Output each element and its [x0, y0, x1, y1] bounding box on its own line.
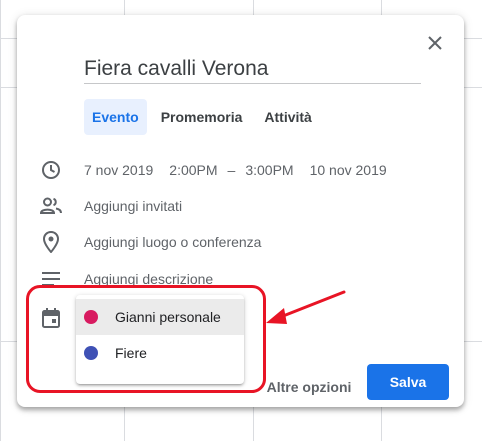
event-title-input[interactable]: Fiera cavalli Verona — [84, 55, 464, 83]
start-time[interactable]: 2:00PM — [169, 162, 217, 178]
end-date[interactable]: 10 nov 2019 — [310, 162, 387, 178]
tab-promemoria[interactable]: Promemoria — [153, 99, 251, 135]
save-button[interactable]: Salva — [367, 364, 449, 400]
calendar-icon — [39, 306, 63, 330]
location-pin-icon — [39, 230, 63, 254]
calendar-color-dot — [84, 310, 98, 324]
people-icon — [39, 194, 63, 218]
event-type-tabs: Evento Promemoria Attività — [84, 99, 326, 135]
calendar-color-dot — [84, 346, 98, 360]
description-row[interactable]: Aggiungi descrizione — [39, 267, 213, 291]
calendar-option-gianni-personale[interactable]: Gianni personale — [76, 299, 244, 335]
calendar-option-label: Fiere — [115, 345, 147, 361]
title-underline — [84, 83, 421, 84]
datetime-row: 7 nov 2019 2:00PM – 3:00PM 10 nov 2019 — [39, 158, 387, 182]
add-location-field[interactable]: Aggiungi luogo o conferenza — [84, 234, 261, 250]
end-time[interactable]: 3:00PM — [245, 162, 293, 178]
add-guests-field[interactable]: Aggiungi invitati — [84, 198, 182, 214]
calendar-option-label: Gianni personale — [115, 309, 221, 325]
grid-line — [0, 0, 1, 441]
close-icon — [428, 36, 442, 50]
calendar-row — [39, 306, 63, 330]
tab-attivita[interactable]: Attività — [256, 99, 319, 135]
close-button[interactable] — [424, 32, 446, 54]
location-row[interactable]: Aggiungi luogo o conferenza — [39, 230, 261, 254]
clock-icon — [39, 158, 63, 182]
tab-evento[interactable]: Evento — [84, 99, 147, 135]
notes-icon — [39, 267, 63, 291]
guests-row[interactable]: Aggiungi invitati — [39, 194, 182, 218]
time-separator: – — [227, 162, 236, 178]
more-options-button[interactable]: Altre opzioni — [264, 369, 354, 405]
start-date[interactable]: 7 nov 2019 — [84, 162, 153, 178]
calendar-option-fiere[interactable]: Fiere — [76, 335, 244, 371]
calendar-select-menu: Gianni personale Fiere — [76, 295, 244, 384]
datetime-values: 7 nov 2019 2:00PM – 3:00PM 10 nov 2019 — [84, 162, 403, 178]
annotation-arrow-icon — [266, 290, 346, 324]
add-description-field[interactable]: Aggiungi descrizione — [84, 271, 213, 287]
